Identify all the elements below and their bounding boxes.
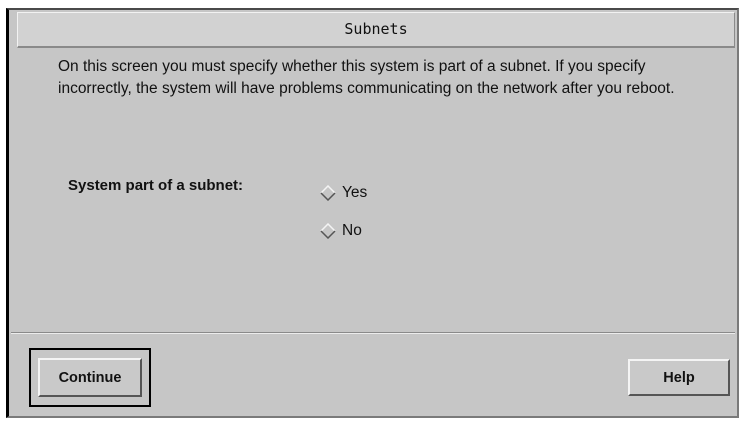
button-area-divider — [11, 332, 735, 334]
continue-button[interactable]: Continue — [38, 358, 142, 397]
window-title: Subnets — [344, 20, 408, 38]
subnets-dialog: Subnets On this screen you must specify … — [6, 8, 739, 418]
instructions-text: On this screen you must specify whether … — [58, 58, 675, 97]
diamond-radio-icon[interactable] — [320, 223, 336, 239]
diamond-radio-icon[interactable] — [320, 185, 336, 201]
radio-yes-label[interactable]: Yes — [342, 184, 367, 202]
radio-yes[interactable]: Yes — [320, 184, 367, 202]
help-button[interactable]: Help — [628, 359, 730, 396]
title-bar[interactable]: Subnets — [17, 12, 735, 48]
subnet-field-label: System part of a subnet: — [68, 177, 244, 194]
radio-no-label[interactable]: No — [342, 222, 362, 240]
radio-no[interactable]: No — [320, 222, 362, 240]
